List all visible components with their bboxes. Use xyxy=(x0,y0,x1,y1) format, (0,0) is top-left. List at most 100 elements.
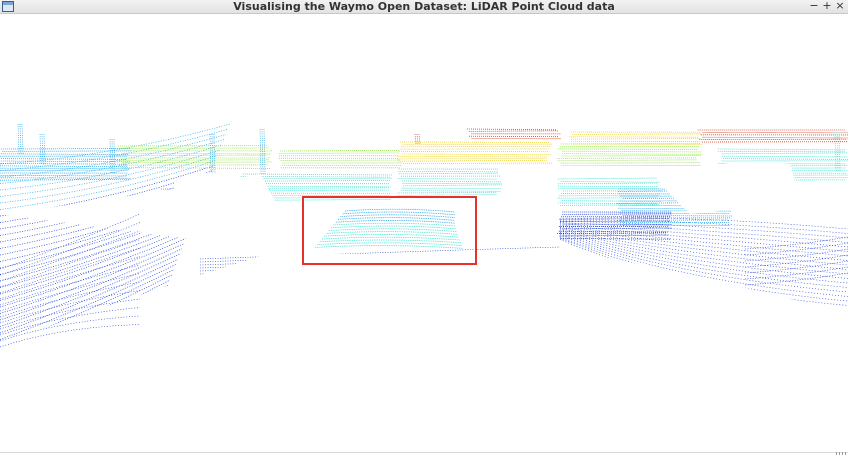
parked-car-left xyxy=(242,177,393,180)
resize-grip-icon[interactable] xyxy=(836,452,846,455)
right-structure-green xyxy=(562,153,703,155)
right-occlusion-region xyxy=(660,161,800,214)
parked-car-right-near xyxy=(622,215,733,217)
left-structure-green xyxy=(122,161,273,164)
pole-points xyxy=(414,133,417,145)
right-lower-structure xyxy=(559,218,670,220)
ground-scan-line-right-far xyxy=(744,242,848,256)
left-wall-cyan xyxy=(0,165,129,168)
pole-points xyxy=(213,133,216,175)
far-structure-red xyxy=(466,128,558,131)
left-structure-green xyxy=(121,152,272,155)
ground-scan-line-left xyxy=(0,123,231,165)
left-structure-green xyxy=(119,159,270,161)
near-ground-ring-left xyxy=(0,256,141,300)
parked-car-center xyxy=(397,178,498,180)
minimize-button[interactable]: − xyxy=(808,0,820,13)
parked-car-right xyxy=(560,181,661,183)
ground-scan-line-right-far xyxy=(744,254,848,268)
close-button[interactable]: × xyxy=(834,0,846,13)
right-structure-green xyxy=(557,159,698,162)
pole-points xyxy=(259,128,262,175)
ground-scan-line-right-far xyxy=(744,236,848,250)
window-title: Visualising the Waymo Open Dataset: LiDA… xyxy=(233,0,615,13)
center-structure-green xyxy=(280,159,401,161)
parked-car-center xyxy=(397,191,498,194)
far-structure-yellow xyxy=(571,137,702,140)
ground-scan-line-right xyxy=(559,222,848,243)
ground-scan-line-right-far xyxy=(744,260,848,274)
title-bar: Visualising the Waymo Open Dataset: LiDA… xyxy=(0,0,848,14)
ground-scan-line-right xyxy=(559,224,848,252)
right-lower-structure xyxy=(561,238,672,240)
pole-points xyxy=(261,128,264,175)
left-wall-cyan xyxy=(0,153,130,155)
right-lower-structure xyxy=(562,223,673,226)
parked-car-center xyxy=(402,184,503,187)
right-wall-cyan xyxy=(722,152,848,155)
left-wall-cyan xyxy=(0,178,130,181)
parked-car-right-near xyxy=(619,212,730,215)
far-structure-red xyxy=(468,135,559,138)
parked-car-left xyxy=(242,173,393,176)
parked-car-right xyxy=(561,200,662,202)
parked-car-center xyxy=(401,180,502,183)
center-structure-yellow xyxy=(402,162,553,164)
right-lower-structure xyxy=(559,234,670,237)
left-wall-cyan xyxy=(2,150,133,152)
far-structure-red-right xyxy=(702,136,848,139)
center-structure-yellow xyxy=(397,156,548,158)
point-cloud-viewport[interactable] xyxy=(0,14,848,456)
right-structure-green xyxy=(560,162,701,164)
far-structure-yellow xyxy=(572,143,703,146)
right-wall-cyan xyxy=(722,158,848,160)
center-structure-yellow xyxy=(397,159,548,162)
parked-car-center xyxy=(398,172,499,175)
parked-car-right xyxy=(557,202,658,205)
left-wall-cyan xyxy=(0,160,131,163)
pole-points xyxy=(41,133,44,165)
left-wall-cyan xyxy=(0,158,128,160)
left-wall-cyan xyxy=(0,175,128,177)
pole-points xyxy=(209,133,212,175)
pole-points xyxy=(263,128,266,175)
pole-points xyxy=(43,133,46,165)
pole-points xyxy=(416,133,419,145)
near-ground-ring-left xyxy=(0,264,141,306)
window-bottom-border xyxy=(0,452,848,453)
far-structure-red xyxy=(468,130,559,132)
near-ground-ring-left xyxy=(0,239,141,288)
center-structure-yellow xyxy=(401,153,552,156)
right-structure-green xyxy=(557,157,698,159)
parked-car-right xyxy=(557,197,658,199)
pole-points xyxy=(211,133,214,175)
right-lower-structure xyxy=(558,230,669,233)
parked-car-center xyxy=(401,190,502,192)
vehicle-highlight-box xyxy=(302,196,477,265)
left-wall-cyan xyxy=(0,169,129,171)
parked-car-left xyxy=(240,176,391,178)
center-structure-green xyxy=(280,149,401,152)
right-lower-structure xyxy=(557,232,668,234)
pole-points xyxy=(21,123,24,155)
ground-scan-line-right-far xyxy=(744,272,848,286)
far-structure-yellow xyxy=(571,133,702,135)
right-structure-green xyxy=(562,150,703,153)
ground-scan-line-right xyxy=(559,227,848,261)
left-structure-green xyxy=(120,167,271,169)
parked-car-right xyxy=(558,182,659,185)
pole-points xyxy=(19,123,22,155)
pole-points xyxy=(17,123,20,155)
left-wall-cyan xyxy=(0,163,128,165)
parked-car-right xyxy=(561,193,662,195)
parked-car-right xyxy=(560,204,661,206)
right-wall-cyan xyxy=(717,148,846,151)
parked-car-right xyxy=(557,177,658,180)
right-lower-structure xyxy=(560,220,671,222)
right-wall-cyan xyxy=(722,155,848,158)
ground-scan-line-right-far xyxy=(744,248,848,262)
maximize-button[interactable]: + xyxy=(821,0,833,13)
right-structure-green xyxy=(557,148,698,151)
pole-points xyxy=(39,133,42,165)
pole-points xyxy=(418,133,421,145)
